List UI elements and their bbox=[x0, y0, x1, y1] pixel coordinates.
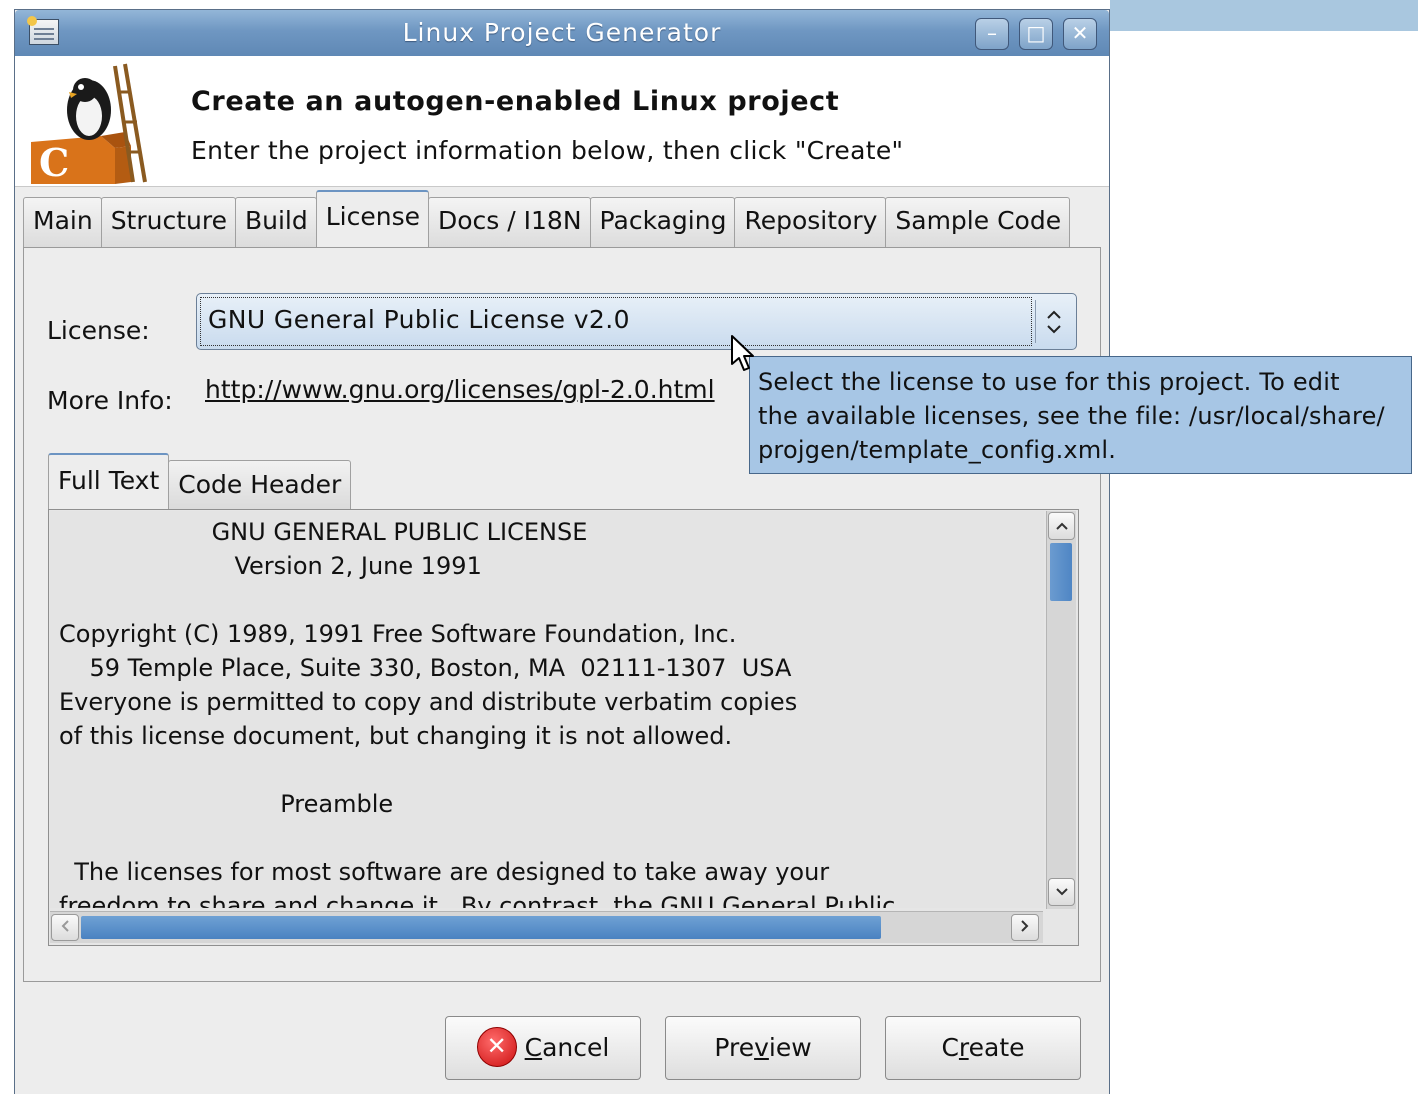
title-bar[interactable]: Linux Project Generator – □ ✕ bbox=[15, 10, 1109, 56]
cancel-mnemonic: C bbox=[524, 1033, 543, 1062]
license-text-tab-bar: Full Text Code Header bbox=[48, 452, 352, 510]
scroll-down-button[interactable] bbox=[1048, 878, 1075, 906]
vertical-scroll-thumb[interactable] bbox=[1050, 543, 1072, 601]
maximize-icon: □ bbox=[1026, 21, 1046, 45]
tab-sample-code[interactable]: Sample Code bbox=[885, 197, 1071, 247]
close-button[interactable]: ✕ bbox=[1063, 18, 1097, 50]
license-select[interactable]: GNU General Public License v2.0 bbox=[196, 293, 1077, 350]
cancel-x-icon: ✕ bbox=[476, 1027, 517, 1067]
more-info-label: More Info: bbox=[47, 386, 173, 415]
header-title: Create an autogen-enabled Linux project bbox=[191, 86, 840, 117]
license-select-value: GNU General Public License v2.0 bbox=[200, 297, 1032, 346]
horizontal-scrollbar[interactable] bbox=[50, 911, 1043, 943]
tooltip-line: the available licenses, see the file: /u… bbox=[758, 402, 1385, 430]
license-tooltip: Select the license to use for this proje… bbox=[749, 356, 1412, 474]
cancel-label-post: ancel bbox=[542, 1033, 610, 1062]
tab-license[interactable]: License bbox=[315, 190, 430, 247]
tab-repository[interactable]: Repository bbox=[734, 197, 887, 247]
combo-separator bbox=[1035, 300, 1036, 343]
minimize-icon: – bbox=[987, 21, 997, 45]
tab-build[interactable]: Build bbox=[234, 197, 317, 247]
tab-docs-i18n[interactable]: Docs / I18N bbox=[428, 197, 591, 247]
tab-main[interactable]: Main bbox=[23, 197, 102, 247]
desktop-background bbox=[1110, 0, 1418, 31]
maximize-button[interactable]: □ bbox=[1019, 18, 1053, 50]
horizontal-scroll-thumb[interactable] bbox=[81, 916, 881, 939]
penguin-logo-icon: C bbox=[31, 63, 147, 184]
dialog-header: C Create an autogen-enabled Linux projec… bbox=[15, 56, 1109, 186]
chevron-left-icon bbox=[61, 920, 69, 932]
window-title: Linux Project Generator bbox=[402, 18, 722, 47]
main-tab-bar: Main Structure Build License Docs / I18N… bbox=[23, 190, 1071, 247]
preview-label-pre: Pre bbox=[714, 1033, 755, 1062]
tab-full-text[interactable]: Full Text bbox=[48, 453, 170, 510]
license-full-text: GNU GENERAL PUBLIC LICENSE Version 2, Ju… bbox=[59, 518, 896, 908]
scroll-up-button[interactable] bbox=[1048, 512, 1075, 540]
tab-structure[interactable]: Structure bbox=[100, 197, 236, 247]
scroll-right-button[interactable] bbox=[1011, 914, 1039, 941]
more-info-link[interactable]: http://www.gnu.org/licenses/gpl-2.0.html bbox=[205, 375, 715, 404]
chevron-right-icon bbox=[1021, 920, 1029, 932]
chevron-up-icon bbox=[1055, 522, 1068, 530]
project-generator-window: Linux Project Generator – □ ✕ C Create a… bbox=[14, 9, 1110, 1094]
tab-code-header[interactable]: Code Header bbox=[168, 460, 352, 510]
header-separator bbox=[15, 186, 1109, 187]
chevron-down-icon bbox=[1055, 888, 1068, 896]
minimize-button[interactable]: – bbox=[975, 18, 1009, 50]
tab-packaging[interactable]: Packaging bbox=[589, 197, 736, 247]
tooltip-line: projgen/template_config.xml. bbox=[758, 436, 1117, 464]
create-label-post: eate bbox=[968, 1033, 1025, 1062]
create-label-pre: C bbox=[941, 1033, 959, 1062]
svg-text:C: C bbox=[39, 140, 69, 184]
mouse-pointer-icon bbox=[731, 335, 754, 371]
close-icon: ✕ bbox=[1071, 21, 1089, 45]
license-text-view[interactable]: GNU GENERAL PUBLIC LICENSE Version 2, Ju… bbox=[50, 511, 1044, 908]
tooltip-line: Select the license to use for this proje… bbox=[758, 368, 1340, 396]
header-subtitle: Enter the project information below, the… bbox=[191, 136, 904, 165]
preview-button[interactable]: Preview bbox=[665, 1016, 861, 1080]
up-down-arrows-icon bbox=[1042, 302, 1066, 342]
preview-label-post: iew bbox=[768, 1033, 812, 1062]
cancel-button[interactable]: ✕ Cancel bbox=[445, 1016, 641, 1080]
license-label: License: bbox=[47, 316, 150, 345]
vertical-scrollbar[interactable] bbox=[1046, 511, 1076, 909]
license-text-frame: GNU GENERAL PUBLIC LICENSE Version 2, Ju… bbox=[48, 509, 1079, 946]
scroll-left-button[interactable] bbox=[51, 914, 79, 941]
create-button[interactable]: Create bbox=[885, 1016, 1081, 1080]
create-mnemonic: r bbox=[958, 1033, 969, 1062]
preview-mnemonic: v bbox=[754, 1033, 769, 1062]
